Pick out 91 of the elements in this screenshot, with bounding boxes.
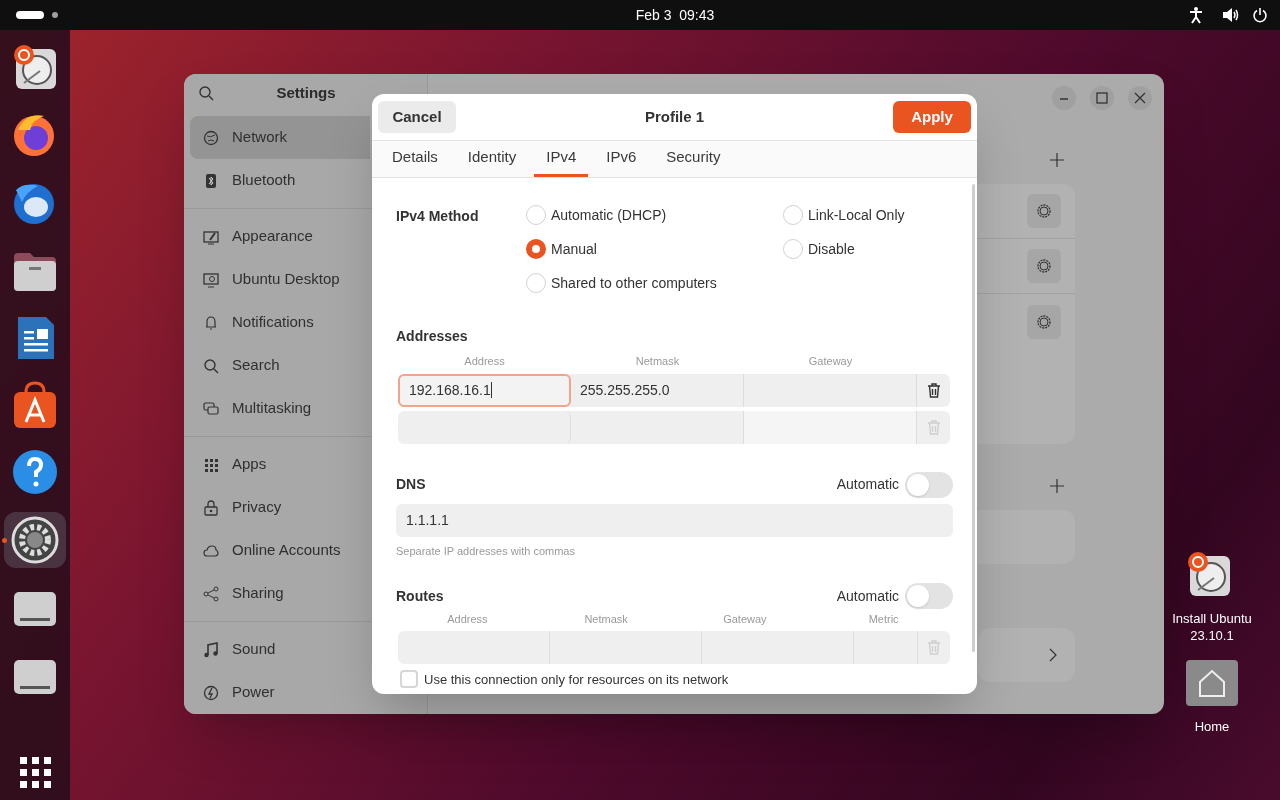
monitor-brush-icon [203,228,219,245]
sidebar-item[interactable]: Privacy [190,486,370,529]
sidebar-item[interactable]: Bluetooth [190,159,370,202]
add-icon[interactable] [1050,479,1064,493]
chevron-right-icon [1049,648,1057,662]
gear-icon[interactable] [1027,194,1061,228]
windows-icon [203,400,219,417]
sidebar-item[interactable]: Notifications [190,301,370,344]
switch-label: Automatic [836,475,899,494]
column-header: Address [446,612,489,627]
text-cursor [490,382,492,398]
lock-icon [203,499,219,516]
sidebar-item[interactable]: Sharing [190,572,370,615]
minimize-icon[interactable] [1052,86,1076,110]
input-field[interactable]: 255.255.255.0 [571,373,744,407]
system-menu[interactable] [1222,7,1268,23]
search-icon [203,357,219,374]
section-title: Routes [396,586,444,606]
maximize-icon[interactable] [1090,86,1114,110]
sidebar-item[interactable]: Search [190,344,370,387]
section-label: IPv4 Method [396,207,480,226]
checkbox-label[interactable]: Use this connection only for resources on its network [424,669,729,689]
switch-label: Automatic [836,586,899,606]
workspace-indicator[interactable] [16,11,58,19]
monitor-icon [203,271,219,288]
accessibility-icon[interactable] [1188,6,1204,24]
sidebar-item[interactable]: Ubuntu Desktop [190,258,370,301]
section-title: DNS [396,475,426,494]
dock-item[interactable] [4,512,66,568]
radio-label[interactable]: Link-Local Only [808,204,905,226]
share-icon [203,585,219,602]
radio-button[interactable] [526,273,546,293]
radio-label[interactable]: Manual [551,238,597,260]
dialog-title: Profile 1 [643,106,706,127]
column-header: Address [463,354,506,369]
window-title: Settings [275,82,337,103]
hint-text: Separate IP addresses with commas [396,543,576,559]
grid-icon [203,456,219,473]
power-icon [203,684,219,701]
bell-icon [203,314,219,331]
radio-button[interactable] [526,239,546,259]
bluetooth-icon [203,172,219,189]
section-title: Addresses [396,327,469,346]
tab[interactable]: Identity [455,141,529,177]
tab[interactable]: IPv6 [594,141,649,177]
music-note-icon [203,641,219,658]
tab[interactable]: Security [654,141,733,177]
checkbox[interactable] [400,670,418,689]
column-header: Netmask [583,612,629,627]
running-indicator [2,538,7,544]
clock[interactable]: Feb 3 09:43 [600,5,750,26]
sidebar-item[interactable]: Appearance [190,215,370,258]
add-icon[interactable] [1050,153,1064,167]
sidebar-item[interactable]: Sound [190,628,370,671]
radio-button[interactable] [783,205,803,225]
radio-label[interactable]: Shared to other computers [551,272,717,294]
radio-button[interactable] [783,239,803,259]
cancel-button[interactable]: Cancel [378,101,456,133]
input-field[interactable]: 1.1.1.1 [396,503,953,537]
cloud-icon [203,542,219,559]
gear-icon[interactable] [1027,249,1061,283]
sidebar-item[interactable]: Online Accounts [190,529,370,572]
desktop-icon-label[interactable]: Install Ubuntu 23.10.1 [1160,610,1264,644]
radio-button[interactable] [526,205,546,225]
radio-label[interactable]: Disable [808,238,855,260]
apply-button[interactable]: Apply [893,101,971,133]
scrollbar[interactable] [972,184,975,652]
close-icon[interactable] [1128,86,1152,110]
column-header: Netmask [634,354,681,369]
tab[interactable]: IPv4 [534,141,589,177]
column-header: Gateway [722,612,768,627]
gear-icon [10,514,60,565]
input-field[interactable]: 192.168.16.1 [398,373,571,407]
desktop-icon-label[interactable]: Home [1160,718,1264,735]
globe-icon [203,129,219,146]
sidebar-item[interactable]: Apps [190,443,370,486]
sidebar-item[interactable]: Network [190,116,370,159]
column-header: Gateway [807,354,854,369]
trash-icon[interactable] [925,381,942,399]
sidebar-item[interactable]: Power [190,671,370,714]
power-icon [1252,7,1268,23]
input-field[interactable] [744,410,917,444]
toggle-switch[interactable] [905,471,953,498]
gear-icon[interactable] [1027,304,1061,339]
toggle-switch[interactable] [905,583,953,609]
radio-label[interactable]: Automatic (DHCP) [551,204,667,226]
sidebar-item[interactable]: Multitasking [190,387,370,430]
volume-icon [1222,7,1240,23]
search-icon[interactable] [198,85,214,101]
column-header: Metric [867,612,900,627]
tab[interactable]: Details [380,141,450,177]
